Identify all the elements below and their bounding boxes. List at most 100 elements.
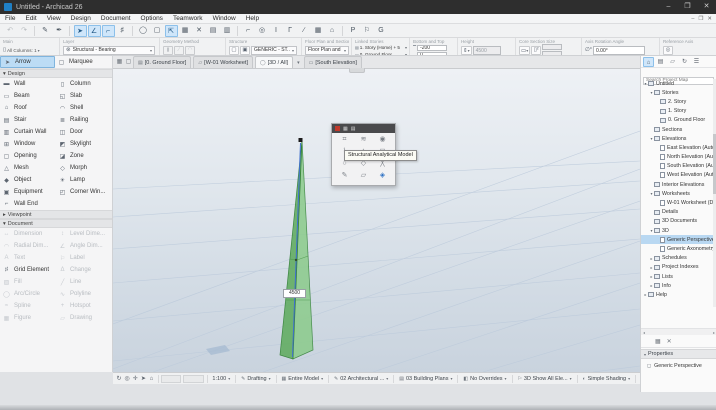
navigator-menu-icon[interactable]: ☰ (691, 57, 702, 67)
grid-icon[interactable]: ▦ (312, 25, 325, 37)
maximize-button[interactable]: ❐ (678, 0, 697, 14)
grid-snap-icon[interactable]: ♯ (116, 25, 129, 37)
menu-teamwork[interactable]: Teamwork (168, 14, 208, 24)
tree-item-south-elevation-auto-[interactable]: South Elevation (Auto-... (641, 162, 713, 171)
section-icon[interactable]: ∕ (298, 25, 311, 37)
pan-icon[interactable]: Γ (284, 25, 297, 37)
guide-lines-icon[interactable]: ∠ (88, 25, 101, 37)
snap-guides-icon[interactable]: ⌐ (102, 25, 115, 37)
top-link-select[interactable]: ▤ 1. Story (Home) + 5 ▾ (355, 45, 407, 51)
new-tab-icon[interactable]: ▢ (124, 56, 133, 68)
analytical-node[interactable] (299, 138, 303, 142)
style-select[interactable]: ◐Simple Shading▾ (580, 376, 634, 382)
gravity-icon[interactable]: ⇱ (165, 25, 178, 37)
chevron-down-icon[interactable]: ▾ (38, 48, 40, 53)
tab-overflow-handle[interactable] (349, 68, 365, 73)
structure-profile-button[interactable]: ▣ (240, 46, 250, 55)
tool-dimension[interactable]: ↔Dimension (0, 228, 56, 240)
tool-change[interactable]: ΔChange (56, 264, 111, 276)
tool-morph[interactable]: ◇Morph (56, 162, 111, 174)
tree-item-lists[interactable]: ▸Lists (641, 272, 713, 281)
menu-options[interactable]: Options (136, 14, 168, 24)
menu-view[interactable]: View (42, 14, 66, 24)
tool-drawing[interactable]: ▱Drawing (56, 312, 111, 324)
tool-wall[interactable]: ▬Wall (0, 78, 56, 90)
tool-column[interactable]: ▯Column (56, 78, 111, 90)
tree-item-worksheets[interactable]: ▾Worksheets (641, 189, 713, 198)
publisher-icon[interactable]: ↻ (679, 57, 690, 67)
tool-wall-end[interactable]: ⌐Wall End (0, 198, 56, 210)
tool-corner-win-[interactable]: ◰Corner Win... (56, 186, 111, 198)
tool-curtain-wall[interactable]: ▥Curtain Wall (0, 126, 56, 138)
profile-select[interactable]: GENERIC - ST... ▾ (251, 46, 297, 55)
group-icon[interactable]: ▦ (179, 25, 192, 37)
tab-3d-all[interactable]: ◯[3D / All] (255, 56, 293, 68)
tool-window[interactable]: ⊞Window (0, 138, 56, 150)
tool-fill[interactable]: ▨Fill (0, 276, 56, 288)
minimize-button[interactable]: – (659, 0, 678, 14)
layer-select[interactable]: ⊗ Structural - Bearing ▾ (63, 46, 155, 55)
flag-icon[interactable]: ⚐ (361, 25, 374, 37)
orbit-icon[interactable]: ↻ (115, 375, 123, 382)
tree-item-untitled[interactable]: ▾Untitled (641, 79, 713, 88)
layers-icon[interactable]: ▤ (207, 25, 220, 37)
tree-item-info[interactable]: ▸Info (641, 281, 713, 290)
tree-item-generic-perspective[interactable]: Generic Perspective (641, 235, 713, 244)
tool-line[interactable]: ╱Line (56, 276, 111, 288)
tool-level-dime-[interactable]: ↕Level Dime... (56, 228, 111, 240)
project-map-icon[interactable]: ⌂ (643, 57, 654, 67)
tree-item-interior-elevations[interactable]: Interior Elevations (641, 180, 713, 189)
tree-item-0-ground-floor[interactable]: 0. Ground Floor (641, 116, 713, 125)
axis-rotation-field[interactable]: 0.00° (593, 46, 645, 55)
ortho-icon[interactable]: ◯ (137, 25, 150, 37)
view-settings-icon[interactable]: ▦ (655, 338, 661, 345)
dimension-tag[interactable]: 4500 (283, 289, 306, 298)
tree-item-details[interactable]: Details (641, 208, 713, 217)
split-view-icon[interactable]: ▦ (115, 56, 124, 68)
inject-parameters-icon[interactable]: ✒ (53, 25, 66, 37)
core-shape-button[interactable]: ▭▾ (519, 46, 530, 55)
increase-zoom-icon[interactable]: I (270, 25, 283, 37)
palette-icon-12[interactable]: ◈ (373, 171, 392, 181)
delete-view-icon[interactable]: ✕ (667, 338, 672, 345)
geometry-vertical-button[interactable]: ▮ (163, 46, 173, 55)
zoom-icon[interactable]: ◎ (256, 25, 269, 37)
toolbox-section-document[interactable]: ▾Document (0, 219, 112, 228)
tool-marquee[interactable]: ▢Marquee (55, 56, 110, 68)
scroll-right-icon[interactable]: ▸ (713, 330, 715, 335)
column-element[interactable] (280, 138, 313, 359)
tree-item-generic-axonometry[interactable]: Generic Axonometry (641, 244, 713, 253)
tool-object[interactable]: ◆Object (0, 174, 56, 186)
palette-icon-11[interactable]: ▱ (354, 171, 373, 181)
tool-figure[interactable]: ▦Figure (0, 312, 56, 324)
pick-up-parameters-icon[interactable]: ✎ (39, 25, 52, 37)
tree-item-schedules[interactable]: ▸Schedules (641, 254, 713, 263)
tool-lamp[interactable]: ☀Lamp (56, 174, 111, 186)
tool-shell[interactable]: ◠Shell (56, 102, 111, 114)
height-mode-button[interactable]: ⇕▾ (461, 46, 472, 55)
scale-select[interactable]: 1:100▾ (209, 376, 233, 382)
coordinates-icon[interactable]: ▢ (151, 25, 164, 37)
menu-design[interactable]: Design (66, 14, 96, 24)
zoom-preset-select[interactable] (183, 375, 203, 383)
markup-icon[interactable]: P (347, 25, 360, 37)
tree-item-3d[interactable]: ▾3D (641, 226, 713, 235)
viewport-3d[interactable] (113, 69, 640, 372)
tool-grid-element[interactable]: ♯Grid Element (0, 264, 56, 276)
geometry-slanted-button[interactable]: ∕ (174, 46, 184, 55)
tree-item-w-01-worksheet-deta-[interactable]: W-01 Worksheet (Deta... (641, 198, 713, 207)
tool-radial-dim-[interactable]: ◠Radial Dim... (0, 240, 56, 252)
menu-help[interactable]: Help (241, 14, 264, 24)
child-restore-button[interactable]: ❐ (698, 16, 703, 22)
tree-item-stories[interactable]: ▾Stories (641, 88, 713, 97)
zoom-status-icon[interactable]: ◎ (123, 375, 131, 382)
palette-title-bar[interactable]: ▦ ▤ (332, 124, 395, 133)
undo-icon[interactable]: ↶ (4, 25, 17, 37)
structure-basic-button[interactable]: ▢ (229, 46, 239, 55)
palette-icon-10[interactable]: ✎ (335, 171, 354, 181)
palette-close-icon[interactable] (335, 126, 340, 131)
properties-header[interactable]: ▾ Properties (641, 349, 716, 359)
tool-arc-circle[interactable]: ◯Arc/Circle (0, 288, 56, 300)
model-view-select[interactable]: ✎Drafting▾ (238, 376, 273, 382)
floorplan-display-button[interactable]: Floor Plan and Section... ▾ (305, 46, 349, 55)
